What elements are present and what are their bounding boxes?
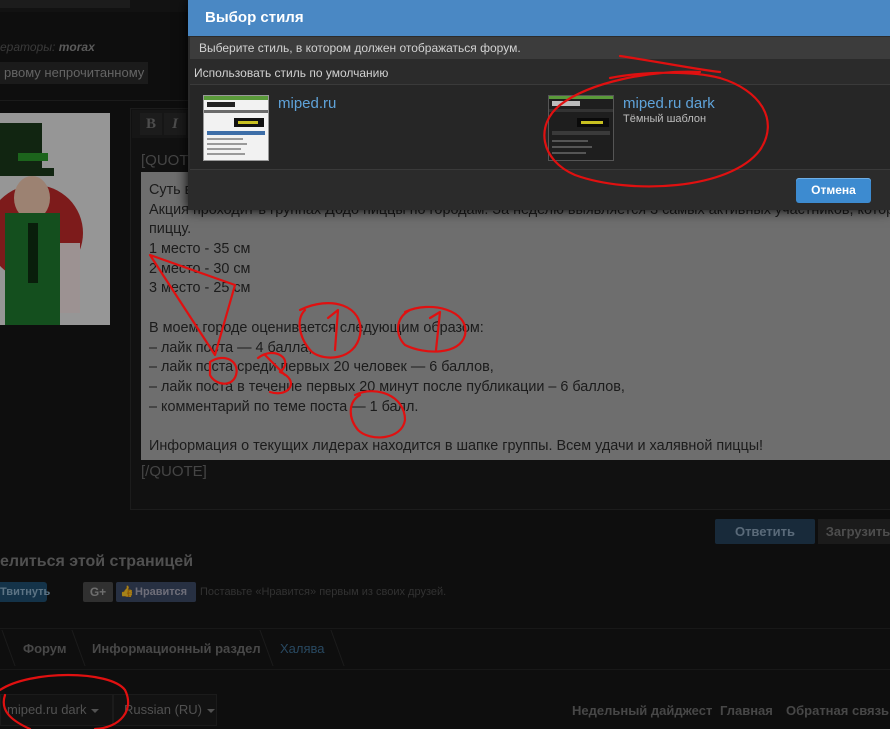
cancel-button[interactable]: Отмена bbox=[796, 178, 871, 203]
style-thumbnail-dark[interactable] bbox=[548, 95, 614, 161]
style-preview-light bbox=[204, 96, 268, 160]
style-preview-dark bbox=[549, 96, 613, 160]
style-subtitle-dark: Тёмный шаблон bbox=[623, 113, 707, 125]
style-thumbnail-light[interactable] bbox=[203, 95, 269, 161]
style-name-light[interactable]: miped.ru bbox=[278, 95, 336, 112]
use-default-style-link[interactable]: Использовать стиль по умолчанию bbox=[194, 66, 388, 80]
modal-description: Выберите стиль, в котором должен отображ… bbox=[199, 41, 521, 55]
modal-title: Выбор стиля bbox=[205, 9, 304, 26]
style-name-dark[interactable]: miped.ru dark bbox=[623, 95, 715, 112]
